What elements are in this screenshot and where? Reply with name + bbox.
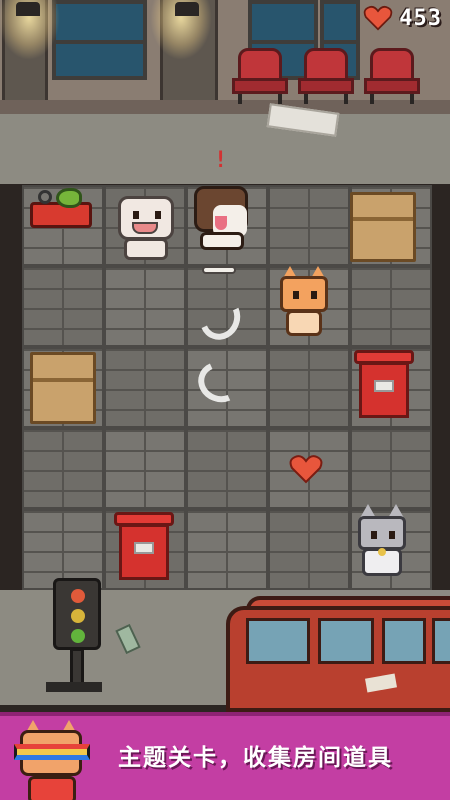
board-tile[interactable] — [22, 266, 104, 347]
bus-window — [246, 618, 310, 664]
cat-with-sunglasses-icon — [10, 720, 94, 800]
heart-pickup[interactable] — [289, 454, 323, 484]
board-tile[interactable] — [350, 266, 432, 347]
bus-window — [318, 618, 374, 664]
board-tile[interactable] — [104, 428, 186, 509]
lamp-icon — [175, 2, 199, 16]
heart-icon — [363, 5, 393, 31]
white-dog-piece[interactable] — [112, 188, 180, 264]
score-hud: 453 — [363, 4, 442, 32]
cardboard-box-piece[interactable] — [30, 352, 96, 424]
fish-can-piece[interactable] — [30, 188, 96, 240]
orange-cat-piece[interactable] — [272, 266, 336, 342]
board-tile[interactable] — [186, 428, 268, 509]
lamp-icon — [16, 2, 40, 16]
board-tile[interactable] — [104, 347, 186, 428]
board-tile[interactable] — [104, 266, 186, 347]
background-window — [52, 0, 147, 80]
trash-bin-piece[interactable] — [114, 512, 174, 582]
bus-window — [382, 618, 426, 664]
traffic-light-base — [46, 682, 102, 692]
waiting-seat-icon — [364, 48, 420, 106]
alert-mark: ! — [214, 148, 228, 173]
promo-banner: 主题关卡，收集房间道具 — [0, 712, 450, 800]
board-tile[interactable] — [22, 428, 104, 509]
traffic-light-icon — [53, 578, 101, 650]
bell-icon — [378, 548, 386, 556]
husky-dog-piece[interactable] — [188, 180, 254, 254]
board-tile[interactable] — [350, 428, 432, 509]
fish-icon — [56, 188, 82, 208]
trash-bin-piece[interactable] — [354, 350, 414, 420]
bus-window — [432, 618, 450, 664]
game-screen: ! 453 主题关卡，收集房间道具 — [0, 0, 450, 800]
heart-count: 453 — [399, 5, 442, 31]
traffic-light-pole — [70, 648, 84, 686]
board-tile[interactable] — [268, 185, 350, 266]
board-tile[interactable] — [268, 509, 350, 590]
bone-icon — [202, 266, 236, 274]
board-tile[interactable] — [186, 509, 268, 590]
waiting-seat-icon — [298, 48, 354, 106]
waiting-seat-icon — [232, 48, 288, 106]
cardboard-box-piece[interactable] — [350, 192, 416, 262]
board-tile[interactable] — [268, 347, 350, 428]
grey-cat-piece[interactable] — [350, 504, 414, 582]
banner-text: 主题关卡，收集房间道具 — [118, 745, 393, 771]
